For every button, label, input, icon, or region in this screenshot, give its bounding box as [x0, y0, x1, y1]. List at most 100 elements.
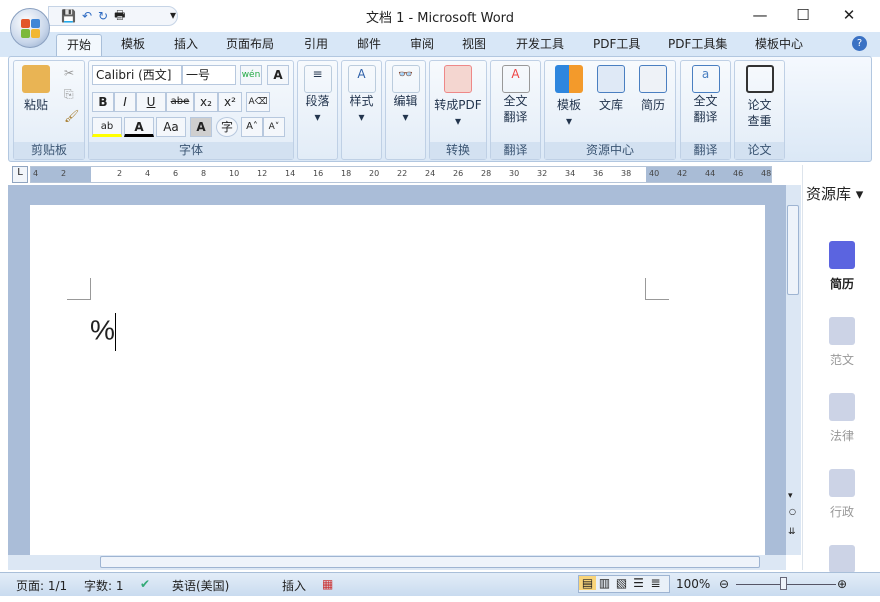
paragraph-button[interactable]: ≡ 段落 ▾ — [297, 60, 338, 160]
char-shading-button[interactable]: A — [190, 117, 212, 137]
tab-review[interactable]: 审阅 — [400, 34, 444, 56]
panel-item-law[interactable]: 法律 — [803, 393, 880, 444]
editing-button[interactable]: 👓 编辑 ▾ — [385, 60, 426, 160]
zoom-out-icon[interactable]: ⊖ — [719, 577, 729, 591]
format-painter-icon[interactable]: 🖌 — [64, 109, 79, 123]
ruler-tick-label: 2 — [61, 169, 67, 178]
char-border-button[interactable]: A — [267, 65, 289, 85]
to-pdf-button[interactable]: 转成PDF ▾ — [430, 65, 486, 129]
draft-icon[interactable]: ≣ — [647, 576, 664, 590]
italic-button[interactable]: I — [114, 92, 136, 112]
template-button[interactable]: 模板 ▾ — [549, 65, 589, 129]
superscript-button[interactable]: x² — [218, 92, 242, 112]
paste-button[interactable]: 粘贴 — [18, 65, 54, 113]
ruler-tick-label: 8 — [201, 169, 207, 178]
ruler-tick-label: 36 — [593, 169, 604, 178]
underline-button[interactable]: U — [136, 92, 166, 112]
change-case-button[interactable]: Aa — [156, 117, 186, 137]
tab-references[interactable]: 引用 — [294, 34, 338, 56]
word-count[interactable]: 字数: 1 — [84, 577, 124, 594]
enclose-char-button[interactable]: 字 — [216, 117, 238, 137]
office-button[interactable] — [10, 8, 50, 48]
zoom-in-icon[interactable]: ⊕ — [837, 577, 847, 591]
cut-icon[interactable]: ✂ — [64, 66, 74, 80]
next-page-icon[interactable]: ⇊ — [788, 527, 796, 537]
resume-button[interactable]: 简历 — [633, 65, 673, 113]
tab-view[interactable]: 视图 — [452, 34, 496, 56]
grow-font-button[interactable]: A˄ — [241, 117, 263, 137]
minimize-button[interactable]: — — [740, 4, 780, 26]
horizontal-ruler[interactable]: 4 2 2 4 6 8 10 12 14 16 18 20 22 24 26 28 30 32 34 36 38 40 42… — [30, 166, 772, 183]
close-button[interactable]: ✕ — [829, 4, 869, 26]
horizontal-scrollbar[interactable] — [8, 555, 786, 570]
tab-developer[interactable]: 开发工具 — [506, 34, 574, 56]
highlight-button[interactable]: ab — [92, 117, 122, 137]
browse-object-icon[interactable]: ○ — [789, 507, 796, 516]
ruler-tick-label: 4 — [33, 169, 39, 178]
maximize-button[interactable]: ☐ — [783, 4, 823, 26]
ruler-tick-label: 32 — [537, 169, 548, 178]
group-font: Calibri (西文] 一号 wén A B I U abe x₂ x² A⌫… — [88, 60, 294, 160]
tab-pdf-tools[interactable]: PDF工具 — [583, 34, 650, 56]
styles-button[interactable]: A 样式 ▾ — [341, 60, 382, 160]
panel-item-admin[interactable]: 行政 — [803, 469, 880, 520]
group-paper: 论文 查重 论文 — [734, 60, 785, 160]
ruler-tick-label: 30 — [509, 169, 520, 178]
translate-button-2[interactable]: a 全文 翻译 — [681, 65, 730, 125]
tab-mailings[interactable]: 邮件 — [347, 34, 391, 56]
zoom-level[interactable]: 100% — [676, 577, 710, 591]
scroll-thumb[interactable] — [100, 556, 760, 568]
panel-item-resume[interactable]: 简历 — [803, 241, 880, 292]
phonetic-guide-button[interactable]: wén — [240, 65, 262, 85]
reading-layout-icon[interactable]: ▥ — [596, 576, 613, 590]
help-icon[interactable]: ? — [852, 36, 867, 51]
font-size-select[interactable]: 一号 — [182, 65, 236, 85]
bold-button[interactable]: B — [92, 92, 114, 112]
ruler-tick-label: 24 — [425, 169, 436, 178]
library-button[interactable]: 文库 — [591, 65, 631, 113]
tab-insert[interactable]: 插入 — [164, 34, 208, 56]
view-buttons: ▤ ▥ ▧ ☰ ≣ — [578, 575, 670, 593]
ruler-tick-label: 34 — [565, 169, 576, 178]
prev-page-icon[interactable]: ▾ — [788, 491, 793, 501]
group-label: 转换 — [430, 142, 486, 159]
vertical-scrollbar[interactable]: ▾ ○ ⇊ — [786, 185, 801, 555]
document-page[interactable]: % — [30, 205, 765, 555]
print-layout-icon[interactable]: ▤ — [579, 576, 596, 590]
copy-icon[interactable]: ⎘ — [64, 87, 74, 102]
ruler-tick-label: 18 — [341, 169, 352, 178]
subscript-button[interactable]: x₂ — [194, 92, 218, 112]
magnifier-doc-icon — [745, 65, 774, 93]
resource-panel: 资源库 ▾ 简历 范文 法律 行政 — [802, 165, 880, 573]
scroll-thumb[interactable] — [787, 205, 799, 295]
status-bar: 页面: 1/1 字数: 1 ✔ 英语(美国) 插入 ▦ ▤ ▥ ▧ ☰ ≣ 100% ⊖… — [0, 572, 880, 596]
shrink-font-button[interactable]: A˅ — [263, 117, 285, 137]
panel-item-essay[interactable]: 范文 — [803, 317, 880, 368]
ruler-tick-label: 14 — [285, 169, 296, 178]
font-name-select[interactable]: Calibri (西文] — [92, 65, 182, 85]
macro-icon[interactable]: ▦ — [322, 577, 333, 591]
insert-mode[interactable]: 插入 — [282, 577, 306, 594]
font-color-button[interactable]: A — [124, 117, 154, 137]
page-count[interactable]: 页面: 1/1 — [16, 577, 67, 594]
document-text[interactable]: % — [90, 313, 116, 351]
language[interactable]: 英语(美国) — [172, 577, 229, 594]
outline-icon[interactable]: ☰ — [630, 576, 647, 590]
tab-pdf-toolset[interactable]: PDF工具集 — [658, 34, 737, 56]
gavel-icon — [829, 393, 855, 421]
proofing-icon[interactable]: ✔ — [140, 577, 150, 591]
tab-layout[interactable]: 页面布局 — [216, 34, 284, 56]
clear-format-icon[interactable]: A⌫ — [246, 92, 270, 112]
web-layout-icon[interactable]: ▧ — [613, 576, 630, 590]
ruler-tick-label: 38 — [621, 169, 632, 178]
tab-template-center[interactable]: 模板中心 — [745, 34, 813, 56]
plagiarism-check-button[interactable]: 论文 查重 — [735, 65, 784, 129]
strikethrough-button[interactable]: abe — [166, 92, 194, 112]
id-card-icon — [829, 469, 855, 497]
translate-button[interactable]: A 全文 翻译 — [491, 65, 540, 125]
tab-home[interactable]: 开始 — [56, 34, 103, 56]
zoom-slider-thumb[interactable] — [780, 577, 787, 590]
tab-template[interactable]: 模板 — [111, 34, 155, 56]
tab-stop-selector[interactable]: L — [12, 166, 28, 183]
panel-title[interactable]: 资源库 ▾ — [806, 183, 863, 204]
